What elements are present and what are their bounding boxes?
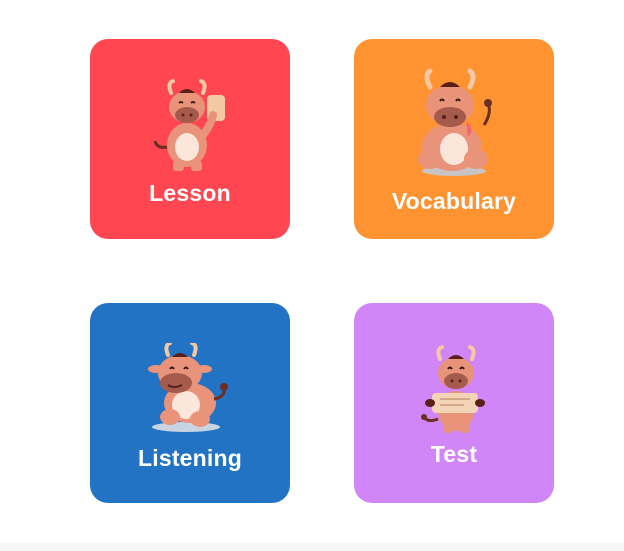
test-label: Test — [430, 441, 478, 467]
cow-reading-scroll-icon — [421, 345, 485, 433]
menu-page: Lesson Vocabulary Listening Test — [0, 0, 624, 551]
cow-holding-card-icon — [153, 79, 225, 171]
test-tile[interactable]: Test — [354, 303, 554, 503]
lesson-tile[interactable]: Lesson — [90, 39, 290, 239]
vocabulary-tile[interactable]: Vocabulary — [354, 39, 554, 239]
listening-tile[interactable]: Listening — [90, 303, 290, 503]
bottom-bar — [0, 543, 624, 551]
listening-label: Listening — [137, 445, 243, 471]
lesson-label: Lesson — [149, 180, 231, 206]
vocabulary-label: Vocabulary — [391, 188, 517, 214]
cow-sitting-flower-icon — [418, 68, 492, 176]
cow-sitting-listening-icon — [148, 343, 228, 432]
